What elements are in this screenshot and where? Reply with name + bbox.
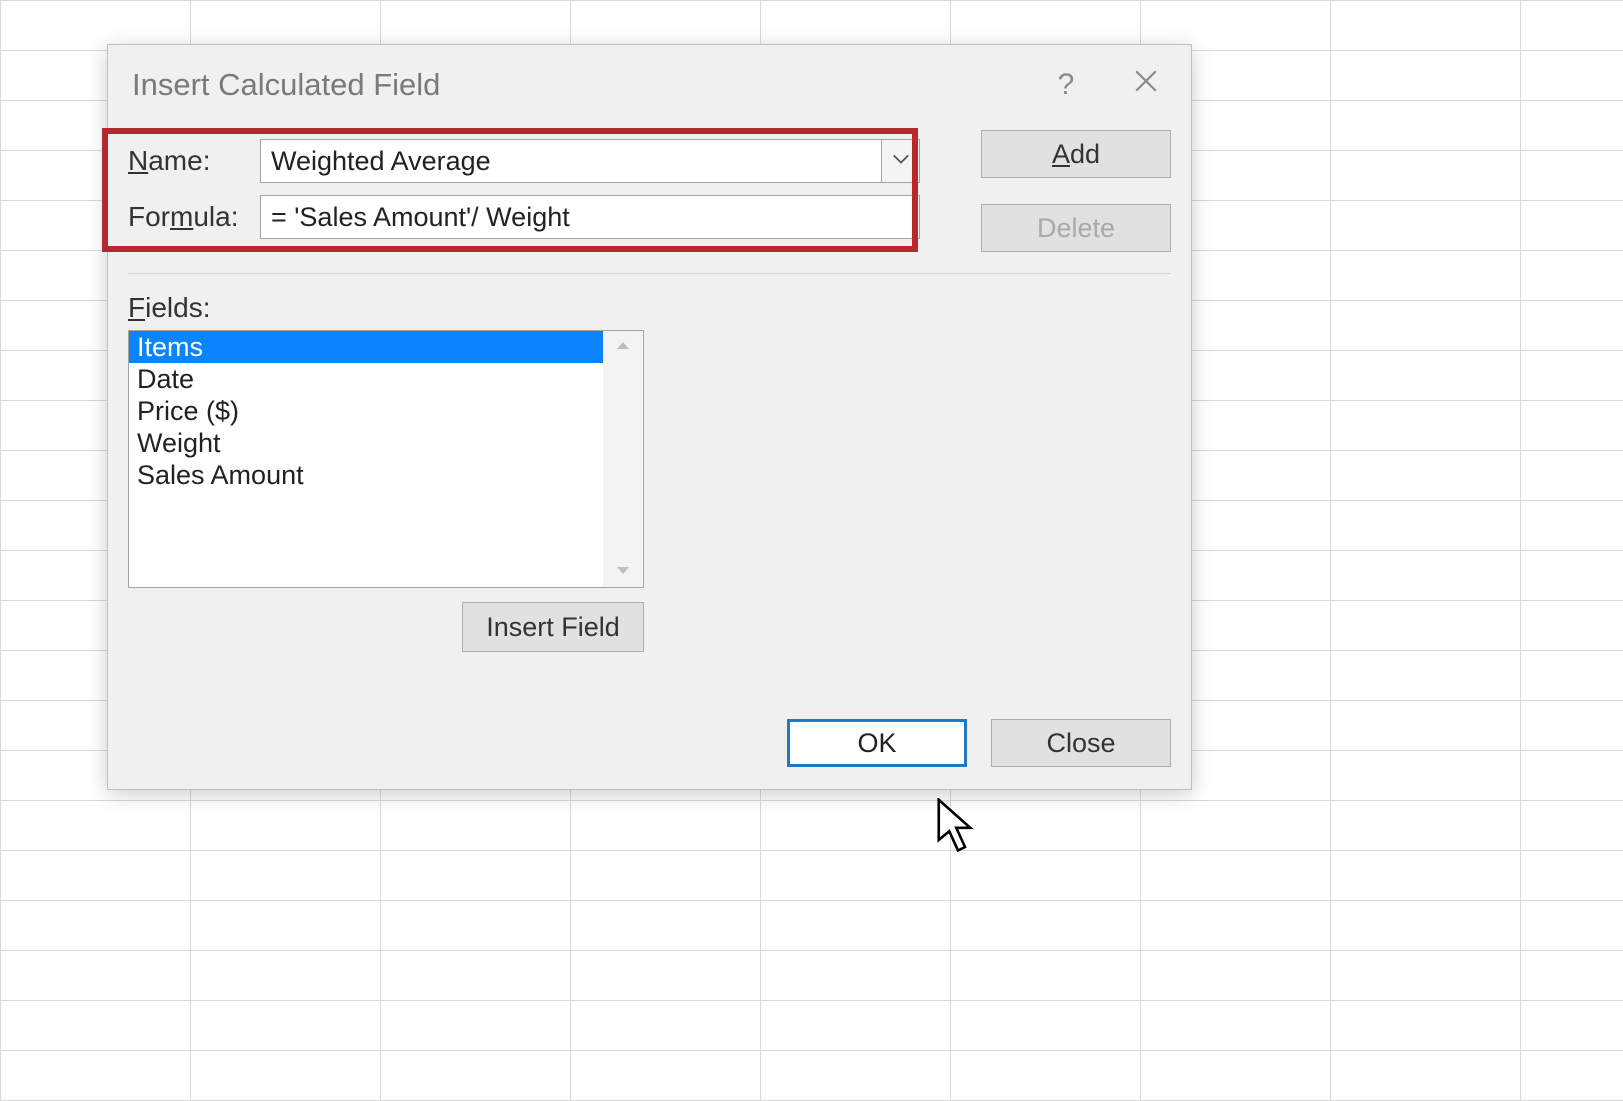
list-item[interactable]: Weight	[129, 427, 603, 459]
scroll-down-icon	[616, 563, 630, 581]
close-button-x[interactable]	[1111, 55, 1181, 115]
name-combo	[260, 139, 920, 183]
list-item[interactable]: Sales Amount	[129, 459, 603, 491]
insert-calculated-field-dialog: Insert Calculated Field ? Name: Fo	[107, 44, 1192, 790]
chevron-down-icon	[892, 152, 910, 170]
help-button[interactable]: ?	[1031, 55, 1101, 115]
name-label: Name:	[128, 145, 260, 177]
titlebar: Insert Calculated Field ?	[108, 45, 1191, 125]
dialog-footer: OK Close	[108, 697, 1191, 789]
list-item[interactable]: Date	[129, 363, 603, 395]
close-icon	[1133, 68, 1159, 102]
dialog-title: Insert Calculated Field	[132, 67, 1031, 103]
listbox-scrollbar[interactable]	[603, 331, 643, 587]
scroll-up-icon	[616, 337, 630, 355]
delete-button: Delete	[981, 204, 1171, 252]
side-buttons: Add Delete	[981, 130, 1171, 252]
close-button[interactable]: Close	[991, 719, 1171, 767]
list-item[interactable]: Items	[129, 331, 603, 363]
fields-listbox[interactable]: Items Date Price ($) Weight Sales Amount	[129, 331, 603, 587]
insert-field-button[interactable]: Insert Field	[462, 602, 644, 652]
dialog-body: Name: Formula: Add Delete Fields: Items	[108, 125, 1191, 697]
name-input[interactable]	[261, 140, 881, 182]
add-button[interactable]: Add	[981, 130, 1171, 178]
insert-field-row: Insert Field	[128, 602, 644, 652]
fields-listbox-wrap: Items Date Price ($) Weight Sales Amount	[128, 330, 644, 588]
fields-label: Fields:	[128, 292, 1171, 324]
help-icon: ?	[1058, 68, 1075, 102]
divider	[128, 273, 1171, 274]
ok-button[interactable]: OK	[787, 719, 967, 767]
formula-label: Formula:	[128, 201, 260, 233]
name-dropdown-button[interactable]	[881, 140, 919, 182]
list-item[interactable]: Price ($)	[129, 395, 603, 427]
formula-input[interactable]	[260, 195, 920, 239]
